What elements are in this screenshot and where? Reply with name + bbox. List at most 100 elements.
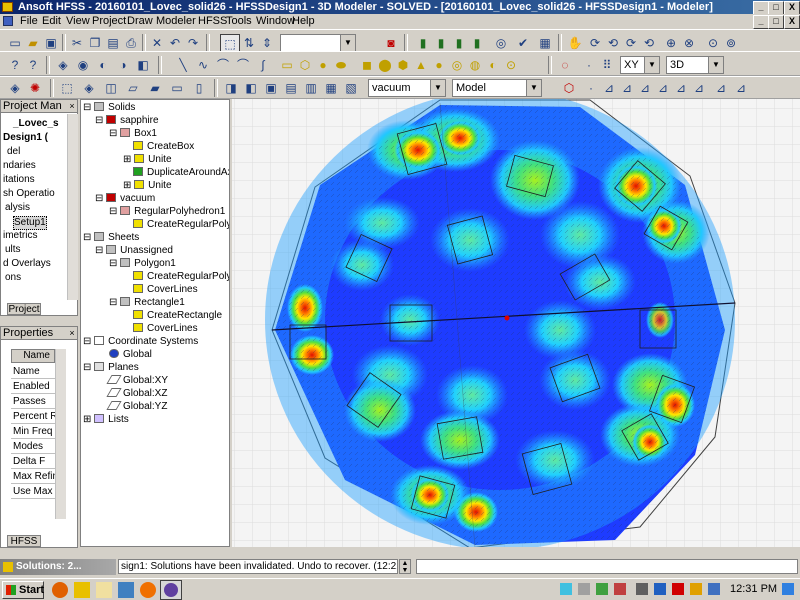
tree-item-unassigned[interactable]: ⊟ Unassigned	[95, 245, 173, 257]
globe-icon[interactable]: ✺	[26, 79, 44, 97]
tree-item-regular-polyhedron[interactable]: ⊟ RegularPolyhedron1	[109, 206, 225, 218]
firefox-icon[interactable]	[52, 582, 68, 598]
thicken-icon[interactable]: ◧	[242, 79, 260, 97]
prop-row-use-max[interactable]: Use Max .	[11, 484, 55, 499]
orbit-icon[interactable]: ⟲	[604, 34, 622, 52]
draw-spline-icon[interactable]: ▮	[432, 34, 450, 52]
snap-midpoint-icon[interactable]: ⊿	[712, 79, 730, 97]
spin-icon[interactable]: ⟳	[622, 34, 640, 52]
tray-icon[interactable]	[690, 583, 702, 595]
object-select-icon[interactable]: ▯	[190, 79, 208, 97]
prop-row-percent-refinement[interactable]: Percent R.	[11, 409, 55, 424]
unite-icon[interactable]: ◉	[74, 56, 92, 74]
copy-icon[interactable]: ❐	[86, 34, 104, 52]
tree-item-unite-1[interactable]: ⊞ Unite	[123, 154, 172, 166]
tree-item-coverlines-1[interactable]: CoverLines	[133, 284, 198, 296]
tree-item-box1[interactable]: ⊟ Box1	[109, 128, 157, 140]
network-icon[interactable]	[708, 583, 720, 595]
tab-project[interactable]: Project	[7, 303, 41, 315]
material-icon[interactable]: ◈	[54, 56, 72, 74]
tray-icon[interactable]	[560, 583, 572, 595]
draw-helix-icon[interactable]: ◍	[466, 56, 484, 74]
paste-icon[interactable]: ▤	[104, 34, 122, 52]
tree-item-solids[interactable]: ⊟ Solids	[83, 102, 135, 114]
menu-edit[interactable]: Edit	[40, 15, 63, 28]
tree-item-model[interactable]: del	[7, 146, 20, 158]
doc-minimize-button[interactable]: _	[753, 15, 769, 29]
rotate-icon[interactable]: ⟳	[586, 34, 604, 52]
explorer-icon[interactable]	[96, 582, 112, 598]
tree-item-boundaries[interactable]: ndaries	[3, 160, 36, 172]
tree-item-mesh-operations[interactable]: sh Operatio	[3, 188, 55, 200]
tree-item-sheets[interactable]: ⊟ Sheets	[83, 232, 139, 244]
snap-edge-icon[interactable]: ⊿	[618, 79, 636, 97]
doc-restore-button[interactable]: □	[768, 15, 784, 29]
snap-keypoint-icon[interactable]: ⊿	[732, 79, 750, 97]
tree-item-create-rectangle[interactable]: CreateRectangle	[133, 310, 222, 322]
modeler-viewport[interactable]	[232, 99, 800, 547]
boundary-icon[interactable]: ▮	[450, 34, 468, 52]
pan-icon[interactable]: ✋	[566, 34, 584, 52]
open-icon[interactable]: ▰	[24, 34, 42, 52]
prop-row-min-freq[interactable]: Min Freq	[11, 424, 55, 439]
subtract-icon[interactable]: ◐	[94, 56, 112, 74]
snap-grid-icon[interactable]: ·	[582, 79, 600, 97]
delete-icon[interactable]: ✕	[148, 34, 166, 52]
tree-item-project[interactable]: _Lovec_s	[13, 118, 59, 130]
media-player-icon[interactable]	[140, 582, 156, 598]
vertical-scrollbar[interactable]	[55, 349, 66, 519]
draw-line-icon[interactable]: ▮	[414, 34, 432, 52]
tree-item-setup1[interactable]: Setup1	[13, 216, 47, 230]
tree-item-global-xy[interactable]: Global:XY	[106, 375, 168, 387]
tree-item-analysis[interactable]: alysis	[5, 202, 30, 214]
tree-item-global-xz[interactable]: Global:XZ	[106, 388, 167, 400]
split-icon[interactable]: ◧	[134, 56, 152, 74]
separate-icon[interactable]: ▦	[322, 79, 340, 97]
draw-torus-icon[interactable]: ◎	[448, 56, 466, 74]
message-scroll-spinner[interactable]: ▲ ▼	[399, 559, 411, 574]
menu-modeler[interactable]: Modeler	[154, 15, 198, 28]
prop-row-modes[interactable]: Modes	[11, 439, 55, 454]
vertical-scrollbar[interactable]	[67, 114, 78, 300]
acrobat-icon[interactable]	[672, 583, 684, 595]
save-icon[interactable]: ▣	[42, 34, 60, 52]
edge-select-icon[interactable]: ▰	[146, 79, 164, 97]
help-icon[interactable]: ?	[6, 56, 24, 74]
view-mode-combo[interactable]: Model ▼	[452, 79, 542, 97]
draw-circle-icon[interactable]: ●	[314, 56, 332, 74]
selection-combo[interactable]: ▼	[280, 34, 356, 52]
chamfer-icon[interactable]: ▤	[282, 79, 300, 97]
analyze-icon[interactable]: ▦	[536, 34, 554, 52]
draw-polygon-icon[interactable]: ⬡	[296, 56, 314, 74]
intersect-icon[interactable]: ◑	[114, 56, 132, 74]
doc-close-button[interactable]: X	[784, 15, 800, 29]
tray-icon[interactable]	[578, 583, 590, 595]
solutions-minimized-window[interactable]: Solutions: 2...	[0, 559, 116, 575]
tree-item-create-regular-polyhedron[interactable]: CreateRegularPolyh	[133, 219, 229, 231]
snap-quadrant-icon[interactable]: ⊿	[672, 79, 690, 97]
tree-item-global[interactable]: Global	[109, 349, 152, 361]
new-icon[interactable]: ▭	[6, 34, 24, 52]
draw-equation-icon[interactable]: ∫	[254, 56, 272, 74]
relative-cs-icon[interactable]: ◌	[556, 56, 574, 74]
align-icon[interactable]: ⇕	[258, 34, 276, 52]
menu-help[interactable]: Help	[290, 15, 317, 28]
tree-item-lists[interactable]: ⊞ Lists	[83, 414, 129, 426]
tree-item-sapphire[interactable]: ⊟ sapphire	[95, 115, 159, 127]
face-select-icon[interactable]: ▱	[124, 79, 142, 97]
vertex-select-icon[interactable]: ▭	[168, 79, 186, 97]
cut-icon[interactable]: ✂	[68, 34, 86, 52]
tree-item-design[interactable]: Design1 (	[3, 132, 48, 144]
draw-sphere-icon[interactable]: ●	[430, 56, 448, 74]
shade-icon[interactable]: ◈	[80, 79, 98, 97]
tray-icon[interactable]	[782, 583, 794, 595]
prop-row-enabled[interactable]: Enabled	[11, 379, 55, 394]
tree-item-duplicate[interactable]: DuplicateAroundAxi	[133, 167, 229, 179]
tree-item-excitations[interactable]: itations	[3, 174, 35, 186]
tree-item-parametrics[interactable]: imetrics	[3, 230, 37, 242]
tree-item-unite-2[interactable]: ⊞ Unite	[123, 180, 172, 192]
draw-line-tool-icon[interactable]: ╲	[174, 56, 192, 74]
snap-arc-icon[interactable]: ⊿	[690, 79, 708, 97]
menu-project[interactable]: Project	[90, 15, 128, 28]
maximize-button[interactable]: □	[768, 1, 784, 15]
